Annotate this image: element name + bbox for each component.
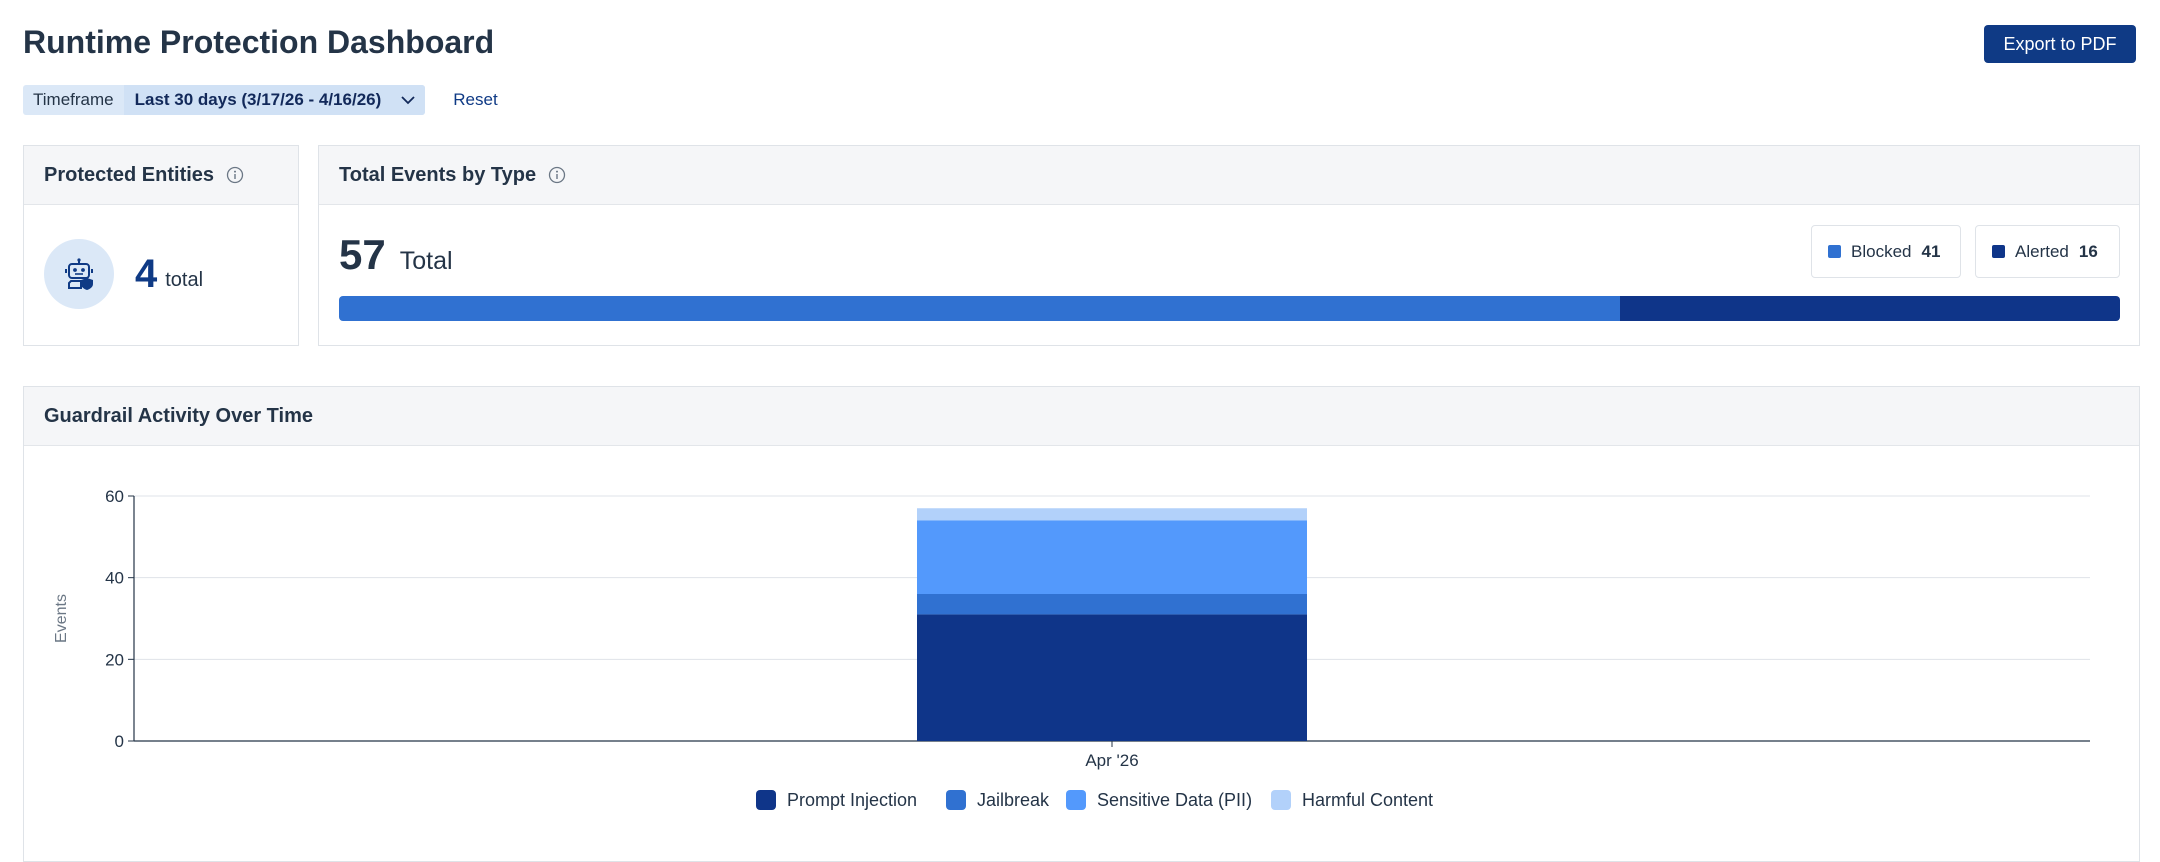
legend-swatch [1066, 790, 1086, 810]
bar-segment [917, 594, 1307, 615]
y-tick-label: 0 [115, 732, 124, 751]
reset-link[interactable]: Reset [453, 90, 497, 110]
guardrail-activity-header: Guardrail Activity Over Time [24, 387, 2139, 446]
blocked-count: 41 [1921, 241, 1941, 261]
alerted-swatch [1992, 245, 2005, 258]
legend-label: Prompt Injection [787, 790, 917, 810]
bar-segment [917, 614, 1307, 741]
legend-swatch [1271, 790, 1291, 810]
x-tick-label: Apr '26 [1085, 751, 1138, 770]
info-icon[interactable] [548, 166, 566, 184]
events-total: 57 Total [339, 231, 453, 279]
page-title: Runtime Protection Dashboard [23, 24, 495, 60]
guardrail-activity-card: Guardrail Activity Over Time 0 20 40 60 Even… [23, 386, 2140, 862]
alerted-bar-segment [1620, 296, 2120, 321]
guardrail-activity-chart: 0 20 40 60 Events Apr '26 Prompt Injection Jail… [53, 487, 2090, 810]
timeframe-filter: Timeframe Last 30 days (3/17/26 - 4/16/2… [23, 85, 426, 115]
protected-entities-count: 4 [135, 251, 158, 296]
bar-segment [917, 508, 1307, 521]
events-ratio-bar [339, 296, 2120, 321]
y-axis-label: Events [53, 594, 70, 643]
blocked-swatch [1828, 245, 1841, 258]
legend-swatch [756, 790, 776, 810]
events-total-number: 57 [339, 231, 386, 278]
protected-entities-card: Protected Entities 4 total [23, 145, 299, 346]
y-tick-label: 40 [105, 569, 124, 588]
guardrail-activity-title: Guardrail Activity Over Time [44, 404, 313, 427]
legend-label: Harmful Content [1302, 790, 1433, 810]
total-events-header: Total Events by Type [319, 146, 2139, 205]
total-events-card: Total Events by Type 57 Total Blocked 41… [318, 145, 2140, 346]
filter-bar: Timeframe Last 30 days (3/17/26 - 4/16/2… [23, 85, 498, 115]
legend-label: Jailbreak [977, 790, 1050, 810]
protected-entities-unit: total [165, 268, 204, 291]
timeframe-dropdown[interactable]: Last 30 days (3/17/26 - 4/16/26) [123, 85, 426, 115]
blocked-bar-segment [339, 296, 1621, 321]
legend-label: Sensitive Data (PII) [1097, 790, 1252, 810]
blocked-label: Blocked [1851, 241, 1912, 261]
info-icon[interactable] [226, 166, 244, 184]
protected-entities-body: 4 total [24, 205, 298, 309]
chevron-down-icon [401, 95, 415, 104]
y-tick-label: 20 [105, 650, 124, 669]
total-events-title: Total Events by Type [339, 163, 537, 186]
protected-entities-title: Protected Entities [44, 163, 215, 186]
y-tick-label: 60 [105, 487, 124, 506]
alerted-chip[interactable]: Alerted 16 [1975, 225, 2120, 278]
events-total-label: Total [399, 247, 453, 275]
alerted-count: 16 [2078, 241, 2098, 261]
robot-shield-icon [44, 239, 114, 309]
bar-segment [917, 520, 1307, 594]
protected-entities-header: Protected Entities [24, 146, 298, 205]
export-to-pdf-button[interactable]: Export to PDF [1984, 25, 2136, 63]
legend-swatch [946, 790, 966, 810]
blocked-chip[interactable]: Blocked 41 [1811, 225, 1961, 278]
alerted-label: Alerted [2015, 241, 2069, 261]
timeframe-value: Last 30 days (3/17/26 - 4/16/26) [134, 90, 382, 109]
timeframe-label: Timeframe [33, 90, 114, 109]
